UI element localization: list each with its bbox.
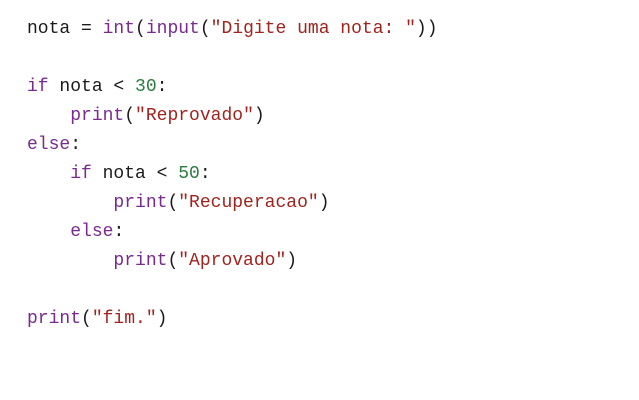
code-operator: )) <box>415 19 438 39</box>
code-keyword: else <box>27 135 71 155</box>
code-number: 50 <box>178 164 200 184</box>
code-editor: nota = int(input("Digite uma nota: ")) if… <box>0 0 639 400</box>
code-builtin: input <box>145 19 200 39</box>
code-line: if nota < 50: <box>27 160 639 189</box>
code-operator: : <box>199 164 211 184</box>
code-builtin: print <box>113 251 168 271</box>
code-operator: ( <box>167 193 179 213</box>
code-keyword: if <box>70 164 92 184</box>
code-operator: nota < <box>91 164 179 184</box>
code-operator: ( <box>199 19 211 39</box>
code-line: print("Recuperacao") <box>27 189 639 218</box>
code-operator: nota < <box>48 77 136 97</box>
code-lines: nota = int(input("Digite uma nota: ")) if… <box>27 15 639 334</box>
code-builtin: print <box>113 193 168 213</box>
code-line: nota = int(input("Digite uma nota: ")) <box>27 15 639 44</box>
code-line: else: <box>27 131 639 160</box>
code-line: print("Reprovado") <box>27 102 639 131</box>
code-keyword: else <box>70 222 114 242</box>
code-operator: ( <box>135 19 146 39</box>
code-operator: = <box>70 19 103 39</box>
code-number: 30 <box>135 77 157 97</box>
code-line: print("fim.") <box>27 305 639 334</box>
code-string: "fim." <box>91 309 157 329</box>
code-builtin: print <box>27 309 82 329</box>
code-builtin: int <box>102 19 136 39</box>
code-operator: : <box>156 77 168 97</box>
code-operator: ) <box>286 251 298 271</box>
code-line: if nota < 30: <box>27 73 639 102</box>
code-operator: ( <box>81 309 92 329</box>
code-string: "Aprovado" <box>178 251 287 271</box>
code-string: "Reprovado" <box>135 106 254 126</box>
code-operator: ( <box>167 251 179 271</box>
code-identifier: nota <box>27 19 71 39</box>
code-operator: ) <box>253 106 265 126</box>
code-operator: ) <box>156 309 168 329</box>
code-operator: : <box>70 135 82 155</box>
code-line: else: <box>27 218 639 247</box>
code-keyword: if <box>27 77 49 97</box>
code-operator: : <box>113 222 125 242</box>
code-operator: ) <box>318 193 330 213</box>
code-builtin: print <box>70 106 125 126</box>
code-string: "Digite uma nota: " <box>210 19 416 39</box>
code-string: "Recuperacao" <box>178 193 319 213</box>
code-line: print("Aprovado") <box>27 247 639 276</box>
code-operator: ( <box>124 106 136 126</box>
